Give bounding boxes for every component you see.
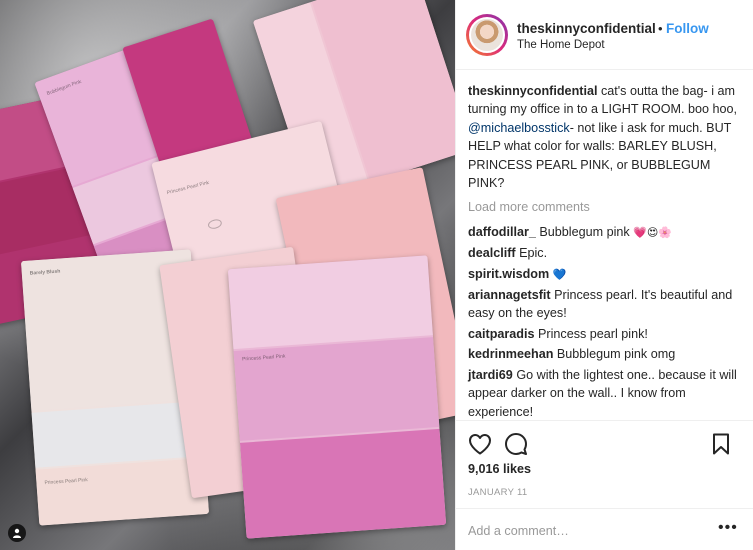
avatar[interactable] (466, 14, 508, 56)
comment-text: Epic. (519, 246, 548, 261)
list-item: kedrinmeehan Bubblegum pink omg (468, 345, 750, 363)
list-item: daffodillar_ Bubblegum pink 💗😍🌸 (468, 223, 750, 242)
load-more-comments-button[interactable]: Load more comments (468, 198, 750, 216)
follow-button[interactable]: Follow (666, 21, 709, 36)
emoji-text: 💗😍🌸 (633, 226, 673, 239)
caption: theskinnyconfidential cat's outta the ba… (468, 82, 750, 192)
comment-username[interactable]: jtardi69 (468, 368, 513, 382)
list-item: spirit.wisdom 💙 (468, 265, 750, 284)
separator-dot: • (658, 21, 663, 36)
comment-text: Princess pearl pink! (538, 326, 648, 341)
mention-link[interactable]: @michaelbosstick (468, 121, 570, 135)
list-item: ariannagetsfit Princess pearl. It's beau… (468, 286, 750, 323)
comment-text: Bubblegum pink (539, 224, 630, 239)
comment-username[interactable]: kedrinmeehan (468, 347, 553, 361)
comment-icon[interactable] (504, 432, 528, 456)
emoji-text: 💙 (552, 268, 567, 281)
comments-list: theskinnyconfidential cat's outta the ba… (468, 82, 750, 423)
avatar-image (469, 17, 505, 53)
more-options-button[interactable]: ••• (718, 519, 738, 537)
caption-username[interactable]: theskinnyconfidential (468, 84, 597, 98)
comment-username[interactable]: ariannagetsfit (468, 288, 551, 302)
heart-icon[interactable] (468, 433, 492, 455)
post-photo[interactable]: Bubblegum Pink Princess Pearl Pink Barel… (0, 0, 455, 550)
comment-text: Bubblegum pink omg (556, 347, 676, 362)
list-item: jtardi69 Go with the lightest one.. beca… (468, 366, 750, 421)
post-date[interactable]: JANUARY 11 (468, 487, 528, 498)
list-item: caitparadis Princess pearl pink! (468, 325, 750, 343)
post-header: theskinnyconfidential • Follow The Home … (456, 0, 753, 70)
list-item: dealcliff Epic. (468, 244, 750, 262)
comment-username[interactable]: caitparadis (468, 327, 535, 341)
bookmark-icon[interactable] (712, 433, 730, 455)
action-bar (456, 420, 753, 460)
likes-count[interactable]: 9,016 likes (468, 462, 531, 476)
comment-username[interactable]: spirit.wisdom (468, 267, 549, 281)
swatch-label: Princess Pearl Pink (166, 179, 210, 197)
comment-username[interactable]: daffodillar_ (468, 225, 536, 239)
paint-swatch-card: Princess Pearl Pink (227, 255, 447, 539)
location-link[interactable]: The Home Depot (517, 39, 605, 51)
comment-input[interactable] (468, 521, 698, 541)
post-details-panel: theskinnyconfidential • Follow The Home … (455, 0, 753, 550)
username-link[interactable]: theskinnyconfidential (517, 21, 656, 36)
user-icon[interactable] (8, 524, 26, 542)
add-comment-bar: ••• (456, 508, 753, 550)
comment-username[interactable]: dealcliff (468, 246, 516, 260)
